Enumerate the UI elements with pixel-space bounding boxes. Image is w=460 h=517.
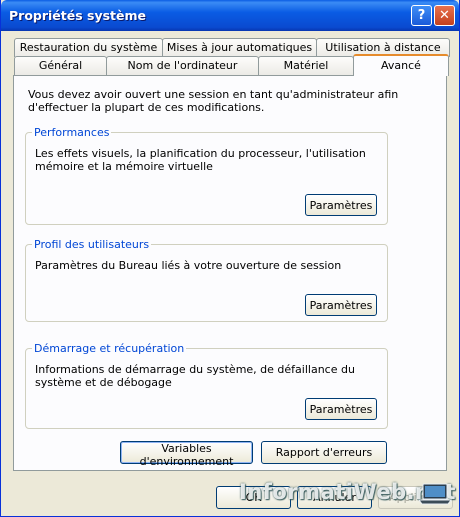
performances-description: Les effets visuels, la planification du … (35, 147, 366, 173)
admin-notice: Vous devez avoir ouvert une session en t… (28, 88, 399, 114)
startup-recovery-description: Informations de démarrage du système, de… (35, 363, 355, 389)
close-button[interactable]: ✕ (434, 5, 455, 26)
user-profiles-settings-button[interactable]: Paramètres (305, 294, 377, 316)
error-reporting-button[interactable]: Rapport d'erreurs (261, 441, 387, 464)
tab-avance[interactable]: Avancé (353, 54, 449, 76)
help-button[interactable]: ? (411, 5, 432, 26)
system-properties-window: Propriétés système ? ✕ Restauration du s… (0, 0, 460, 517)
tab-mises-a-jour-automatiques[interactable]: Mises à jour automatiques (162, 38, 317, 57)
tab-materiel[interactable]: Matériel (258, 56, 354, 75)
advanced-tab-panel: Vous devez avoir ouvert une session en t… (13, 75, 447, 471)
user-profiles-group: Profil des utilisateurs Paramètres du Bu… (25, 238, 388, 322)
performances-settings-button[interactable]: Paramètres (305, 194, 377, 216)
tab-nom-ordinateur[interactable]: Nom de l'ordinateur (106, 56, 259, 75)
user-profiles-group-title: Profil des utilisateurs (32, 238, 152, 251)
performances-group: Performances Les effets visuels, la plan… (25, 126, 388, 225)
tab-general[interactable]: Général (14, 56, 107, 75)
user-profiles-description: Paramètres du Bureau liés à votre ouvert… (35, 259, 342, 272)
title-bar[interactable]: Propriétés système ? ✕ (1, 0, 459, 31)
environment-variables-button[interactable]: Variables d'environnement (120, 441, 253, 468)
performances-group-title: Performances (32, 126, 112, 139)
startup-recovery-group: Démarrage et récupération Informations d… (25, 342, 388, 429)
startup-recovery-settings-button[interactable]: Paramètres (305, 398, 377, 420)
laptop-icon (418, 483, 452, 505)
startup-recovery-group-title: Démarrage et récupération (32, 342, 187, 355)
tab-restauration-systeme[interactable]: Restauration du système (14, 38, 163, 57)
window-title: Propriétés système (9, 8, 147, 23)
